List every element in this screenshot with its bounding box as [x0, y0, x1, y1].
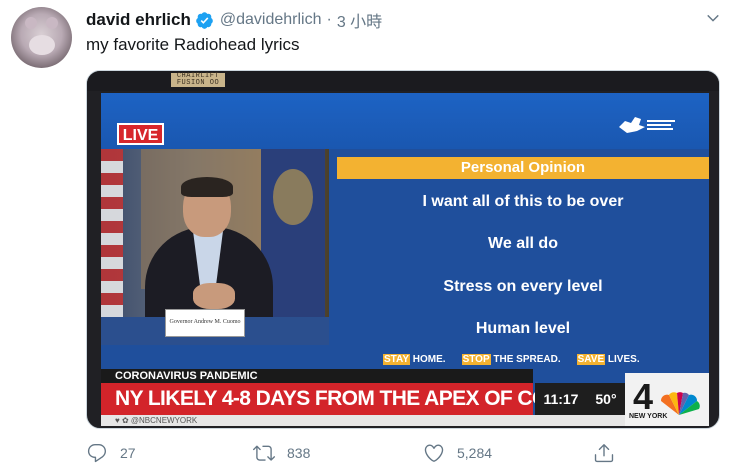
separator-dot: ·: [326, 11, 332, 28]
tv-screen: LIVE Governor Andrew M. Cuomo Personal O…: [101, 93, 709, 426]
speaker-hair: [181, 177, 233, 197]
verified-badge-icon: [196, 11, 213, 29]
tweet: david ehrlich @davidehrlich · 3 小時 my fa…: [0, 0, 738, 476]
chevron-down-icon[interactable]: [704, 9, 722, 27]
handle[interactable]: @davidehrlich: [220, 11, 322, 29]
tweet-photo[interactable]: CHAIRLIFT FUSION OO LIVE Governor Andrew…: [86, 70, 720, 429]
share-icon: [594, 444, 614, 463]
channel-number: 4: [633, 376, 654, 417]
campaign-row: STAY HOME. STOP THE SPREAD. SAVE LIVES.: [383, 353, 640, 365]
quote-line: I want all of this to be over: [422, 193, 624, 210]
new-york-state-logo-icon: [619, 117, 675, 133]
campaign-item: STOP THE SPREAD.: [461, 353, 561, 365]
reply-button[interactable]: 27: [86, 442, 136, 464]
campaign-item: STAY HOME.: [383, 353, 446, 365]
avatar-snout: [29, 35, 55, 55]
tweet-actions: 27 838 5,284: [86, 442, 636, 464]
quote-line: We all do: [488, 235, 558, 252]
lower-third-label: CORONAVIRUS PANDEMIC: [101, 369, 533, 383]
nameplate: Governor Andrew M. Cuomo: [165, 309, 245, 337]
quote-panel: Personal Opinion I want all of this to b…: [337, 157, 709, 345]
temperature: 50°: [595, 391, 617, 407]
avatar-ear-right: [46, 17, 58, 29]
tv-bezel: CHAIRLIFT FUSION OO: [87, 71, 719, 91]
like-count: 5,284: [457, 445, 493, 461]
tweet-text: my favorite Radiohead lyrics: [86, 35, 300, 54]
campaign-item: SAVE LIVES.: [576, 353, 640, 365]
bezel-label: CHAIRLIFT FUSION OO: [171, 73, 225, 87]
press-conference-video: Governor Andrew M. Cuomo: [101, 149, 329, 345]
live-badge: LIVE: [117, 123, 164, 145]
heart-icon: [424, 444, 444, 462]
ticker: ♥ ✿ @NBCNEWYORK: [101, 415, 625, 426]
news-headline: NY LIKELY 4-8 DAYS FROM THE APEX OF COVI…: [101, 383, 685, 415]
timestamp[interactable]: 3 小時: [337, 8, 382, 32]
tweet-header: david ehrlich @davidehrlich · 3 小時: [86, 9, 382, 31]
speaker-hands: [193, 283, 235, 309]
retweet-count: 838: [287, 445, 311, 461]
reply-count: 27: [120, 445, 136, 461]
like-button[interactable]: 5,284: [423, 442, 492, 464]
quote-title: Personal Opinion: [337, 157, 709, 179]
display-name[interactable]: david ehrlich: [86, 10, 191, 30]
clock-weather: 11:17 50°: [535, 383, 625, 415]
retweet-icon: [253, 445, 275, 461]
retweet-button[interactable]: 838: [253, 442, 310, 464]
avatar-ear-left: [25, 17, 37, 29]
share-button[interactable]: [593, 442, 615, 464]
us-flag: [101, 149, 123, 345]
reply-icon: [87, 444, 107, 463]
avatar[interactable]: [11, 7, 72, 68]
quote-line: Stress on every level: [443, 278, 603, 295]
quote-line: Human level: [475, 320, 571, 337]
channel-sub: NEW YORK: [629, 413, 668, 420]
nbc-logo: 4 NEW YORK: [625, 373, 709, 426]
clock: 11:17: [543, 391, 579, 407]
